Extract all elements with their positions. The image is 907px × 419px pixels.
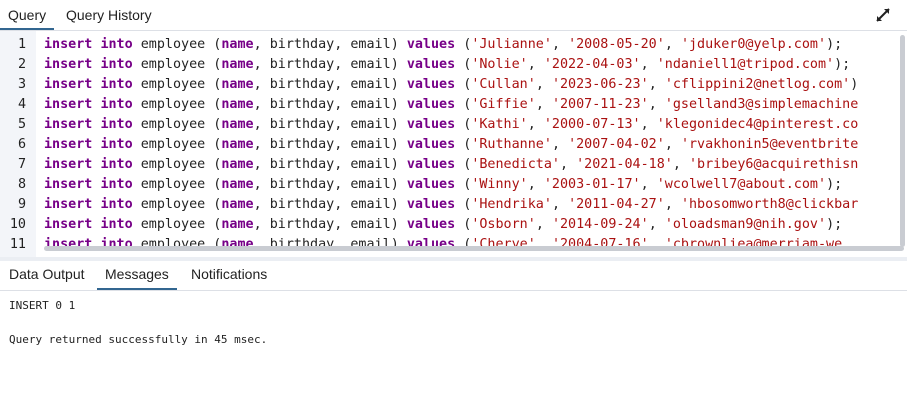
code-text: insert into employee (name, birthday, em…	[44, 237, 843, 252]
line-number: 10	[9, 217, 26, 232]
line-number: 6	[17, 137, 26, 152]
tab-query[interactable]: Query	[0, 0, 55, 30]
horizontal-scrollbar[interactable]	[44, 246, 904, 251]
code-text: insert into employee (name, birthday, em…	[44, 57, 851, 72]
code-line: 3 insert into employee (name, birthday, e…	[0, 75, 907, 95]
code-text: insert into employee (name, birthday, em…	[44, 217, 843, 232]
code-line: 11 insert into employee (name, birthday, …	[0, 235, 907, 255]
code-text: insert into employee (name, birthday, em…	[44, 117, 859, 132]
line-number: 3	[17, 77, 26, 92]
code-line: 6 insert into employee (name, birthday, e…	[0, 135, 907, 155]
code-text: insert into employee (name, birthday, em…	[44, 157, 859, 172]
code-text: insert into employee (name, birthday, em…	[44, 97, 859, 112]
code-text: insert into employee (name, birthday, em…	[44, 137, 859, 152]
line-number: 7	[17, 157, 26, 172]
sql-editor[interactable]: 1 insert into employee (name, birthday, e…	[0, 31, 907, 257]
message-insert-result: INSERT 0 1	[9, 299, 76, 312]
code-line: 7 insert into employee (name, birthday, e…	[0, 155, 907, 175]
line-number: 11	[9, 237, 26, 252]
vertical-scrollbar[interactable]	[900, 35, 905, 247]
expand-icon[interactable]	[875, 7, 891, 23]
code-text: insert into employee (name, birthday, em…	[44, 77, 859, 92]
code-line: 9 insert into employee (name, birthday, e…	[0, 195, 907, 215]
line-number: 2	[17, 57, 26, 72]
code-line: 10 insert into employee (name, birthday, …	[0, 215, 907, 235]
code-line: 1 insert into employee (name, birthday, e…	[0, 35, 907, 55]
query-tabbar: Query Query History	[0, 0, 907, 31]
line-number: 4	[17, 97, 26, 112]
code-text: insert into employee (name, birthday, em…	[44, 177, 843, 192]
code-text: insert into employee (name, birthday, em…	[44, 197, 859, 212]
messages-panel: INSERT 0 1 Query returned successfully i…	[0, 291, 907, 419]
tab-notifications[interactable]: Notifications	[183, 261, 275, 290]
tab-query-history[interactable]: Query History	[58, 0, 160, 30]
code-line: 5 insert into employee (name, birthday, e…	[0, 115, 907, 135]
line-number: 5	[17, 117, 26, 132]
code-line: 8 insert into employee (name, birthday, e…	[0, 175, 907, 195]
line-number: 9	[17, 197, 26, 212]
tab-messages[interactable]: Messages	[97, 261, 177, 290]
line-number: 8	[17, 177, 26, 192]
line-number: 1	[17, 37, 26, 52]
message-query-status: Query returned successfully in 45 msec.	[9, 333, 268, 346]
code-line: 4 insert into employee (name, birthday, e…	[0, 95, 907, 115]
tab-data-output[interactable]: Data Output	[1, 261, 93, 290]
results-tabbar: Data Output Messages Notifications	[0, 261, 907, 291]
code-text: insert into employee (name, birthday, em…	[44, 37, 843, 52]
code-line: 2 insert into employee (name, birthday, e…	[0, 55, 907, 75]
